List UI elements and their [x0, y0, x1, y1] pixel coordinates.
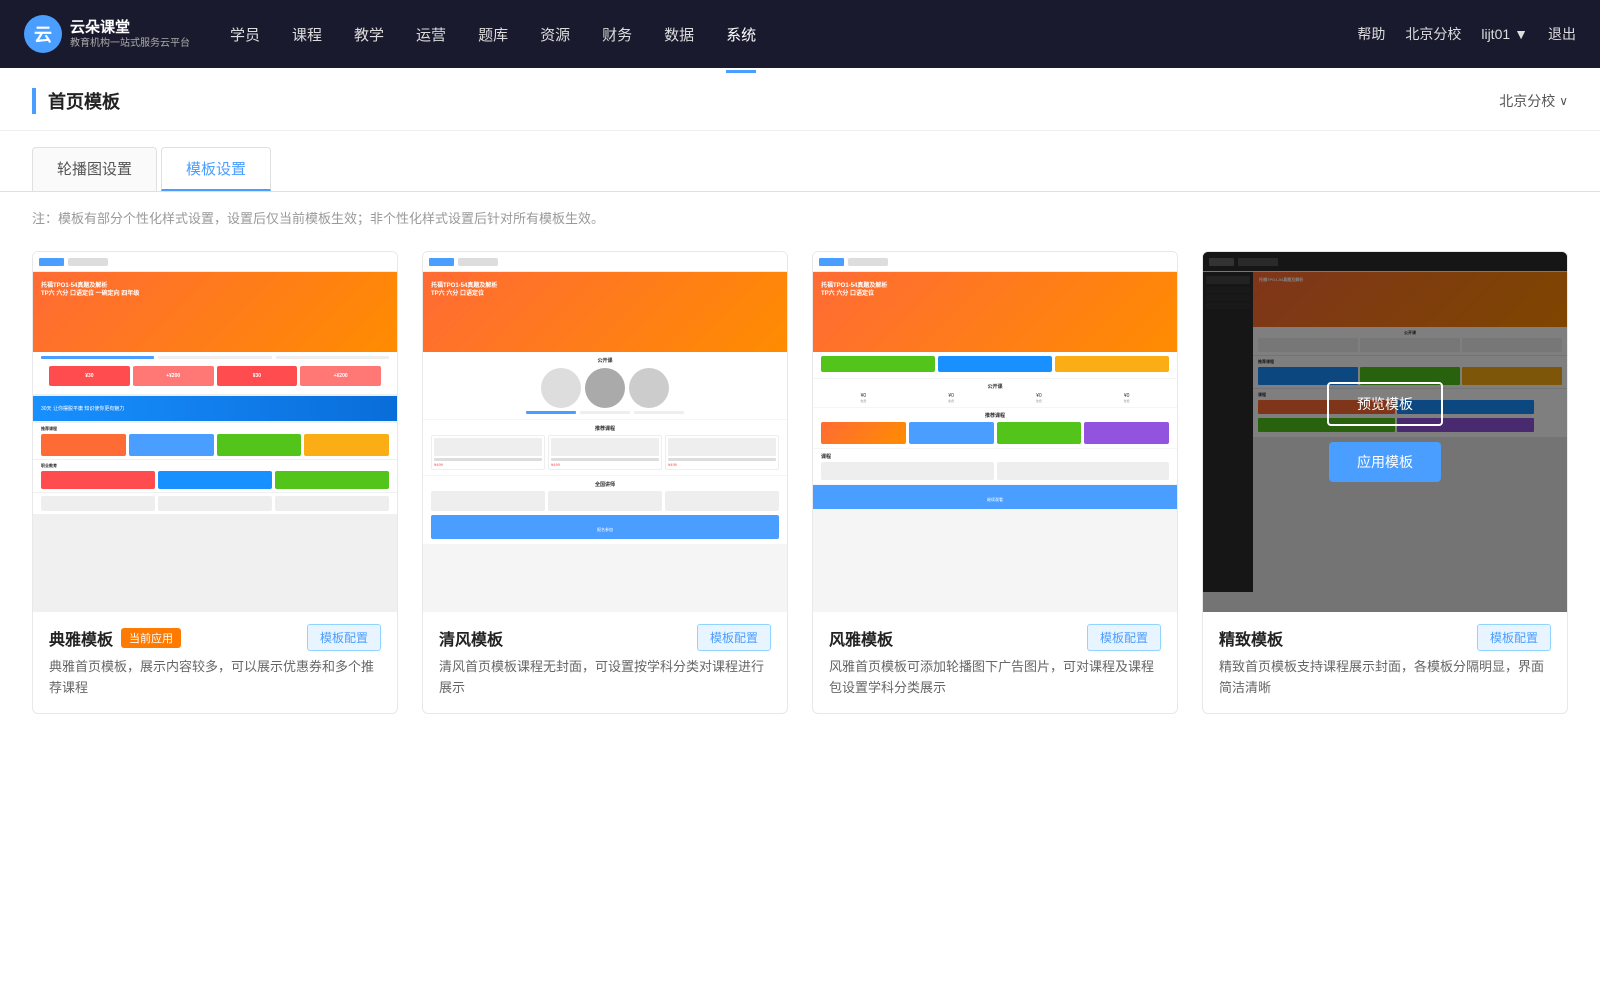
template-name-4: 精致模板	[1219, 626, 1283, 650]
template-info-2: 清风模板 模板配置 清风首页模板课程无封面，可设置按学科分类对课程进行展示	[423, 612, 787, 713]
nav-item-system[interactable]: 系统	[726, 20, 756, 49]
config-button-2[interactable]: 模板配置	[697, 624, 771, 651]
branch-selector[interactable]: 北京分校 ∨	[1499, 91, 1568, 111]
template-preview-1: 托福TPO1-54真题及解析TP六 六分 口语定位 一碗定向 四年级 ¥30 +…	[33, 252, 397, 612]
nav-item-courses[interactable]: 课程	[292, 20, 322, 49]
user-menu[interactable]: lijt01 ▼	[1481, 26, 1528, 42]
template-name-3: 风雅模板	[829, 626, 893, 650]
page-header: 首页模板 北京分校 ∨	[0, 68, 1600, 131]
template-card-4[interactable]: 托福TPO1-54真题及解析 公开课	[1202, 251, 1568, 714]
logo: 云 云朵课堂 教育机构一站式服务云平台	[24, 15, 190, 53]
navbar: 云 云朵课堂 教育机构一站式服务云平台 学员 课程 教学 运营 题库 资源 财务…	[0, 0, 1600, 68]
logo-icon: 云	[24, 15, 62, 53]
template-desc-3: 风雅首页模板可添加轮播图下广告图片，可对课程及课程包设置学科分类展示	[829, 657, 1161, 699]
preview-button-4[interactable]: 预览模板	[1327, 382, 1443, 426]
page-container: 首页模板 北京分校 ∨ 轮播图设置 模板设置 注：模板有部分个性化样式设置，设置…	[0, 68, 1600, 990]
nav-item-questions[interactable]: 题库	[478, 20, 508, 49]
template-info-1: 典雅模板 当前应用 模板配置 典雅首页模板，展示内容较多，可以展示优惠券和多个推…	[33, 612, 397, 713]
template-overlay-4: 预览模板 应用模板	[1203, 252, 1567, 612]
template-name-1: 典雅模板	[49, 626, 113, 650]
chevron-down-icon: ∨	[1559, 94, 1568, 108]
tab-carousel[interactable]: 轮播图设置	[32, 147, 157, 191]
template-desc-4: 精致首页模板支持课程展示封面，各模板分隔明显，界面简洁清晰	[1219, 657, 1551, 699]
config-button-4[interactable]: 模板配置	[1477, 624, 1551, 651]
nav-item-teaching[interactable]: 教学	[354, 20, 384, 49]
template-info-4: 精致模板 模板配置 精致首页模板支持课程展示封面，各模板分隔明显，界面简洁清晰	[1203, 612, 1567, 713]
tag-current-1: 当前应用	[121, 628, 181, 648]
nav-right: 帮助 北京分校 lijt01 ▼ 退出	[1357, 24, 1576, 44]
branch-link[interactable]: 北京分校	[1405, 24, 1461, 44]
tabs: 轮播图设置 模板设置	[0, 131, 1600, 192]
nav-item-operation[interactable]: 运营	[416, 20, 446, 49]
nav-items: 学员 课程 教学 运营 题库 资源 财务 数据 系统	[230, 20, 1357, 49]
logo-text: 云朵课堂 教育机构一站式服务云平台	[70, 18, 190, 51]
preview-button-1[interactable]: 预览模板	[157, 382, 273, 426]
logout-link[interactable]: 退出	[1548, 24, 1576, 44]
template-preview-2: 托福TPO1-54真题及解析TP六 六分 口语定位 公开课	[423, 252, 787, 612]
apply-button-2[interactable]: 应用模板	[549, 442, 661, 482]
tab-template[interactable]: 模板设置	[161, 147, 271, 191]
config-button-1[interactable]: 模板配置	[307, 624, 381, 651]
template-preview-3: 托福TPO1-54真题及解析TP六 六分 口语定位 公开课	[813, 252, 1177, 612]
template-preview-4: 托福TPO1-54真题及解析 公开课	[1203, 252, 1567, 612]
template-card-1[interactable]: 托福TPO1-54真题及解析TP六 六分 口语定位 一碗定向 四年级 ¥30 +…	[32, 251, 398, 714]
template-desc-1: 典雅首页模板，展示内容较多，可以展示优惠券和多个推荐课程	[49, 657, 381, 699]
nav-item-students[interactable]: 学员	[230, 20, 260, 49]
config-button-3[interactable]: 模板配置	[1087, 624, 1161, 651]
template-info-3: 风雅模板 模板配置 风雅首页模板可添加轮播图下广告图片，可对课程及课程包设置学科…	[813, 612, 1177, 713]
help-link[interactable]: 帮助	[1357, 24, 1385, 44]
nav-item-finance[interactable]: 财务	[602, 20, 632, 49]
nav-item-data[interactable]: 数据	[664, 20, 694, 49]
nav-item-resources[interactable]: 资源	[540, 20, 570, 49]
page-title: 首页模板	[32, 88, 120, 114]
template-name-2: 清风模板	[439, 626, 503, 650]
template-card-3[interactable]: 托福TPO1-54真题及解析TP六 六分 口语定位 公开课	[812, 251, 1178, 714]
apply-button-3[interactable]: 应用模板	[939, 442, 1051, 482]
preview-button-3[interactable]: 预览模板	[937, 382, 1053, 426]
apply-button-4[interactable]: 应用模板	[1329, 442, 1441, 482]
notice-text: 注：模板有部分个性化样式设置，设置后仅当前模板生效；非个性化样式设置后针对所有模…	[0, 192, 1600, 243]
template-desc-2: 清风首页模板课程无封面，可设置按学科分类对课程进行展示	[439, 657, 771, 699]
preview-button-2[interactable]: 预览模板	[547, 382, 663, 426]
templates-grid: 托福TPO1-54真题及解析TP六 六分 口语定位 一碗定向 四年级 ¥30 +…	[0, 243, 1600, 754]
apply-button-1[interactable]: 应用模板	[159, 442, 271, 482]
template-card-2[interactable]: 托福TPO1-54真题及解析TP六 六分 口语定位 公开课	[422, 251, 788, 714]
